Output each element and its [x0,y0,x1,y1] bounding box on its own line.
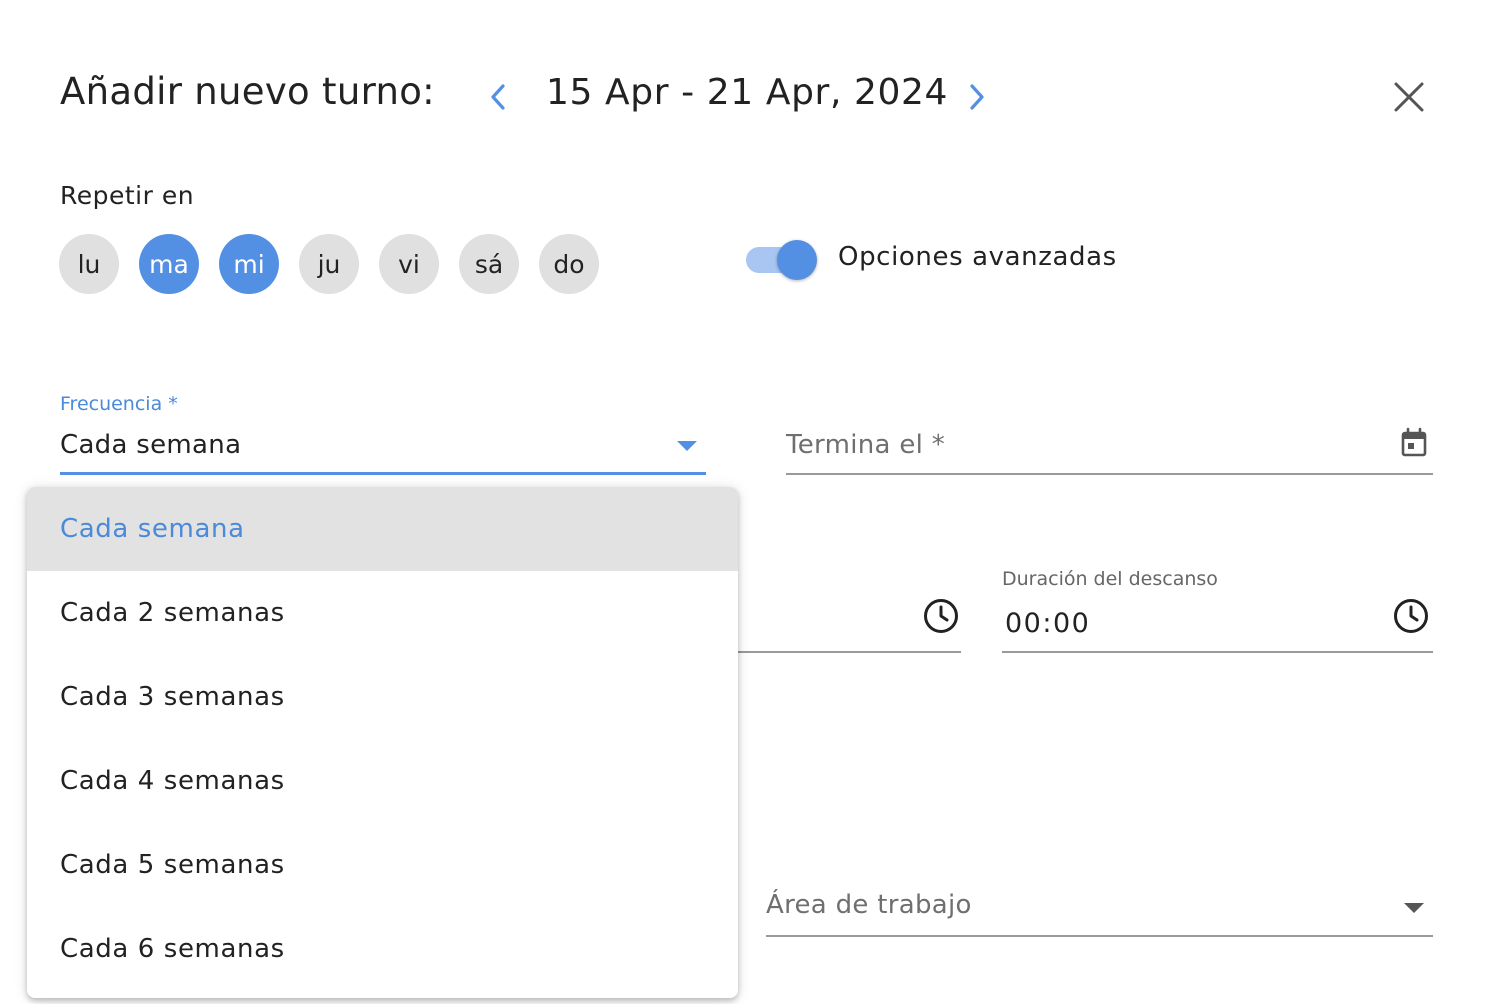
frequency-label: Frecuencia * [60,393,178,415]
day-chip-do[interactable]: do [539,234,599,294]
next-week-button[interactable] [957,72,997,122]
break-duration-label: Duración del descanso [1002,568,1218,590]
menu-item-cada-3-semanas[interactable]: Cada 3 semanas [27,655,738,739]
end-date-label: Termina el * [786,430,946,460]
menu-item-cada-6-semanas[interactable]: Cada 6 semanas [27,907,738,991]
end-date-field[interactable]: Termina el * [786,418,1433,476]
time-field[interactable] [700,590,961,654]
work-area-select[interactable]: Área de trabajo [766,878,1433,940]
chevron-right-icon [970,84,984,110]
frequency-select[interactable]: Cada semana [60,418,706,476]
day-chip-mi[interactable]: mi [219,234,279,294]
week-range: 15 Apr - 21 Apr, 2024 [546,72,949,113]
work-area-underline [766,935,1433,937]
clock-icon [1394,599,1428,633]
day-chip-ma[interactable]: ma [139,234,199,294]
day-chip-ju[interactable]: ju [299,234,359,294]
day-chip-lu[interactable]: lu [59,234,119,294]
calendar-button[interactable] [1398,426,1430,460]
menu-item-cada-4-semanas[interactable]: Cada 4 semanas [27,739,738,823]
day-chip-vi[interactable]: vi [379,234,439,294]
time-field-underline [700,651,961,653]
menu-item-cada-semana[interactable]: Cada semana [27,487,738,571]
caret-down-icon [1404,903,1424,913]
advanced-options-label: Opciones avanzadas [838,242,1117,272]
caret-down-icon [677,441,697,451]
repeat-label: Repetir en [60,181,195,210]
frequency-value: Cada semana [60,430,242,460]
day-chip-sa[interactable]: sá [459,234,519,294]
prev-week-button[interactable] [478,72,518,122]
frequency-dropdown-menu: Cada semana Cada 2 semanas Cada 3 semana… [27,487,738,998]
calendar-icon [1401,427,1427,457]
toggle-thumb [777,240,817,280]
break-duration-value: 00:00 [1005,608,1091,639]
break-duration-field[interactable]: 00:00 [1002,590,1433,654]
menu-item-cada-5-semanas[interactable]: Cada 5 semanas [27,823,738,907]
chevron-left-icon [491,84,505,110]
time-picker-button[interactable] [922,597,960,635]
work-area-label: Área de trabajo [766,890,972,920]
advanced-options-toggle[interactable] [745,238,819,282]
dialog-title: Añadir nuevo turno: [60,70,435,113]
end-date-underline [786,473,1433,475]
clock-icon [924,599,958,633]
frequency-underline [60,472,706,475]
break-duration-underline [1002,651,1433,653]
close-button[interactable] [1386,74,1432,120]
menu-item-cada-2-semanas[interactable]: Cada 2 semanas [27,571,738,655]
break-time-picker-button[interactable] [1392,597,1430,635]
close-icon [1394,82,1424,112]
